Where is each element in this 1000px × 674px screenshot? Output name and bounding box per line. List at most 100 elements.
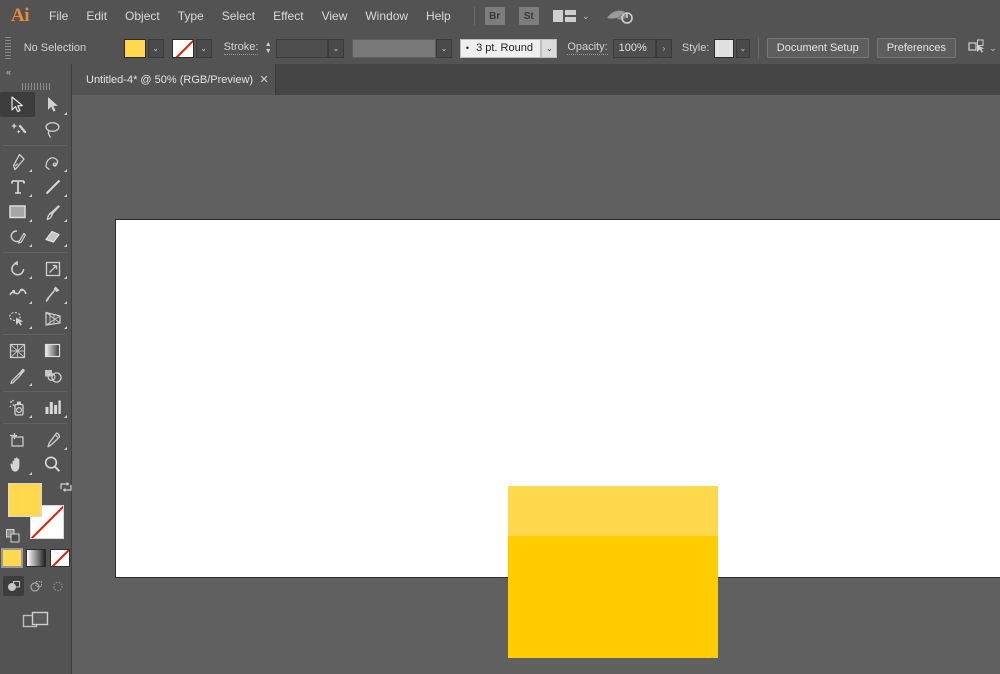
rotate-tool[interactable] xyxy=(0,256,35,281)
free-transform-tool[interactable] xyxy=(35,281,70,306)
graphic-style-swatch[interactable] xyxy=(714,39,733,58)
line-segment-tool[interactable] xyxy=(35,174,70,199)
lasso-tool[interactable] xyxy=(35,117,70,142)
fill-color-box[interactable] xyxy=(8,483,42,517)
flyout-indicator-icon[interactable] xyxy=(64,169,67,172)
selection-tool[interactable] xyxy=(0,92,35,117)
fill-color-swatch[interactable] xyxy=(124,39,146,58)
opacity-label[interactable]: Opacity: xyxy=(567,41,607,55)
flyout-indicator-icon[interactable] xyxy=(64,112,67,115)
illustrator-home-icon[interactable] xyxy=(605,6,635,26)
flyout-indicator-icon[interactable] xyxy=(29,326,32,329)
flyout-indicator-icon[interactable] xyxy=(29,169,32,172)
shaper-pencil-tool[interactable] xyxy=(0,224,35,249)
stroke-weight-stepper[interactable]: ▲ ▼ xyxy=(263,38,273,58)
arrange-chevron-down-icon[interactable]: ⌄ xyxy=(579,8,593,24)
menu-help[interactable]: Help xyxy=(417,0,460,32)
flyout-indicator-icon[interactable] xyxy=(64,244,67,247)
perspective-grid-tool[interactable] xyxy=(35,306,70,331)
rectangle-top-shape[interactable] xyxy=(508,486,718,536)
eyedropper-tool[interactable] xyxy=(0,363,35,388)
default-fill-stroke-icon[interactable] xyxy=(6,529,20,543)
draw-inside-icon[interactable] xyxy=(47,576,68,596)
stroke-color-swatch-none[interactable] xyxy=(172,39,194,58)
brush-chevron-down-icon[interactable]: ⌄ xyxy=(541,39,557,58)
flyout-indicator-icon[interactable] xyxy=(29,301,32,304)
symbol-sprayer-tool[interactable] xyxy=(0,395,35,420)
color-fill-icon[interactable] xyxy=(2,549,22,567)
flyout-indicator-icon[interactable] xyxy=(64,301,67,304)
direct-selection-tool[interactable] xyxy=(35,92,70,117)
width-warp-tool[interactable] xyxy=(0,281,35,306)
flyout-indicator-icon[interactable] xyxy=(29,219,32,222)
tools-panel-collapse[interactable]: « xyxy=(0,64,71,80)
stepper-up-icon[interactable]: ▲ xyxy=(265,41,272,48)
paintbrush-tool[interactable] xyxy=(35,199,70,224)
rectangle-bottom-shape[interactable] xyxy=(508,536,718,658)
curvature-tool[interactable] xyxy=(35,149,70,174)
variable-width-chevron-down-icon[interactable]: ⌄ xyxy=(436,39,452,58)
stroke-weight-label[interactable]: Stroke: xyxy=(224,41,259,55)
select-similar-chevron-down-icon[interactable]: ⌄ xyxy=(986,40,1000,56)
document-setup-button[interactable]: Document Setup xyxy=(767,38,869,58)
artboard[interactable] xyxy=(115,219,1000,578)
menu-view[interactable]: View xyxy=(313,0,357,32)
menu-select[interactable]: Select xyxy=(213,0,264,32)
rectangle-tool[interactable] xyxy=(0,199,35,224)
hand-tool[interactable] xyxy=(0,452,35,477)
fill-color-control[interactable]: ⌄ xyxy=(124,39,164,58)
menu-file[interactable]: File xyxy=(40,0,77,32)
draw-normal-icon[interactable] xyxy=(3,576,24,596)
stroke-chevron-down-icon[interactable]: ⌄ xyxy=(196,39,212,58)
flyout-indicator-icon[interactable] xyxy=(29,276,32,279)
canvas-area[interactable] xyxy=(72,95,1000,674)
opacity-input[interactable]: 100% xyxy=(613,39,656,58)
flyout-indicator-icon[interactable] xyxy=(64,276,67,279)
stroke-weight-chevron-down-icon[interactable]: ⌄ xyxy=(328,39,344,58)
document-tab[interactable]: Untitled-4* @ 50% (RGB/Preview) ✕ xyxy=(72,64,276,95)
menu-type[interactable]: Type xyxy=(169,0,213,32)
swap-fill-stroke-icon[interactable] xyxy=(59,480,73,494)
column-graph-tool[interactable] xyxy=(35,395,70,420)
fill-chevron-down-icon[interactable]: ⌄ xyxy=(148,39,164,58)
flyout-indicator-icon[interactable] xyxy=(29,415,32,418)
menu-effect[interactable]: Effect xyxy=(264,0,312,32)
menu-window[interactable]: Window xyxy=(356,0,417,32)
flyout-indicator-icon[interactable] xyxy=(29,194,32,197)
scale-tool[interactable] xyxy=(35,256,70,281)
menu-edit[interactable]: Edit xyxy=(77,0,116,32)
close-icon[interactable]: ✕ xyxy=(253,64,275,95)
flyout-indicator-icon[interactable] xyxy=(29,383,32,386)
pen-tool[interactable] xyxy=(0,149,35,174)
flyout-indicator-icon[interactable] xyxy=(64,326,67,329)
slice-tool[interactable] xyxy=(35,427,70,452)
magic-wand-tool[interactable] xyxy=(0,117,35,142)
type-tool[interactable] xyxy=(0,174,35,199)
gradient-fill-icon[interactable] xyxy=(26,549,46,567)
draw-behind-icon[interactable] xyxy=(25,576,46,596)
none-fill-icon[interactable] xyxy=(50,549,70,567)
stepper-down-icon[interactable]: ▼ xyxy=(265,48,272,55)
style-chevron-down-icon[interactable]: ⌄ xyxy=(736,39,750,58)
fill-stroke-controls[interactable] xyxy=(8,483,64,539)
variable-width-profile-input[interactable] xyxy=(352,39,436,58)
bridge-button[interactable]: Br xyxy=(485,7,505,25)
artboard-tool[interactable] xyxy=(0,427,35,452)
arrange-documents-icon[interactable] xyxy=(553,8,577,24)
tools-panel-grip[interactable] xyxy=(0,80,71,92)
stroke-weight-input[interactable] xyxy=(276,39,328,58)
flyout-indicator-icon[interactable] xyxy=(29,472,32,475)
flyout-indicator-icon[interactable] xyxy=(64,447,67,450)
select-similar-objects-icon[interactable] xyxy=(968,39,986,58)
flyout-indicator-icon[interactable] xyxy=(64,415,67,418)
control-bar-grip[interactable] xyxy=(3,37,12,59)
flyout-indicator-icon[interactable] xyxy=(29,244,32,247)
stock-button[interactable]: St xyxy=(519,7,539,25)
shape-builder-tool[interactable] xyxy=(0,306,35,331)
menu-object[interactable]: Object xyxy=(116,0,169,32)
opacity-options-arrow-icon[interactable]: › xyxy=(656,39,672,58)
stroke-color-control[interactable]: ⌄ xyxy=(172,39,212,58)
eraser-tool[interactable] xyxy=(35,224,70,249)
gradient-tool[interactable] xyxy=(35,338,70,363)
collapse-panel-icon[interactable]: « xyxy=(6,67,10,77)
